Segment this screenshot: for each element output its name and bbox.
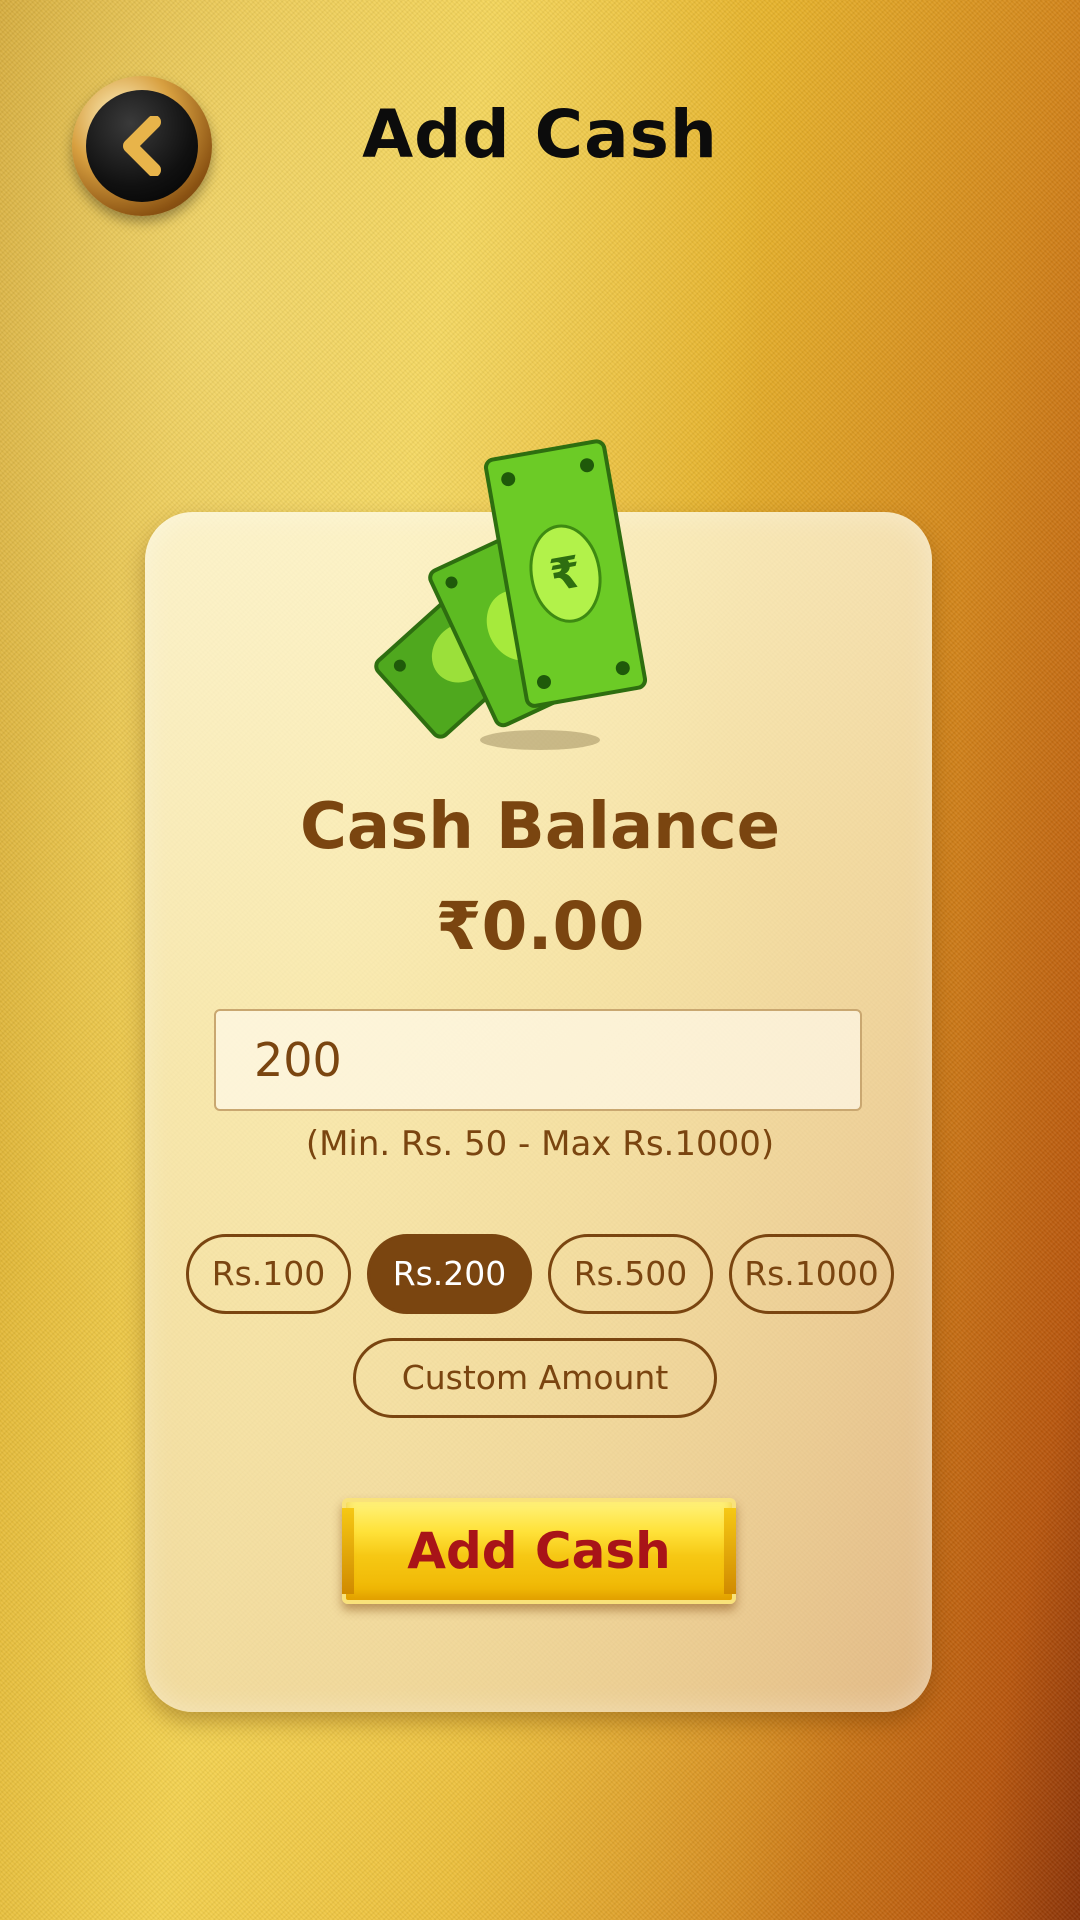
cash-balance-value: ₹0.00 [435,888,645,965]
page-title: Add Cash [362,96,718,173]
amount-chip-100[interactable]: Rs.100 [186,1234,351,1314]
custom-amount-button[interactable]: Custom Amount [353,1338,717,1418]
cash-balance-label: Cash Balance [299,790,781,864]
amount-chip-1000[interactable]: Rs.1000 [729,1234,894,1314]
amount-chip-500[interactable]: Rs.500 [548,1234,713,1314]
add-cash-button[interactable]: Add Cash [342,1498,736,1604]
amount-range-hint: (Min. Rs. 50 - Max Rs.1000) [305,1124,775,1164]
amount-input[interactable] [214,1009,862,1111]
cash-notes-icon: ₹ [374,439,648,750]
amount-chip-200[interactable]: Rs.200 [367,1234,532,1314]
